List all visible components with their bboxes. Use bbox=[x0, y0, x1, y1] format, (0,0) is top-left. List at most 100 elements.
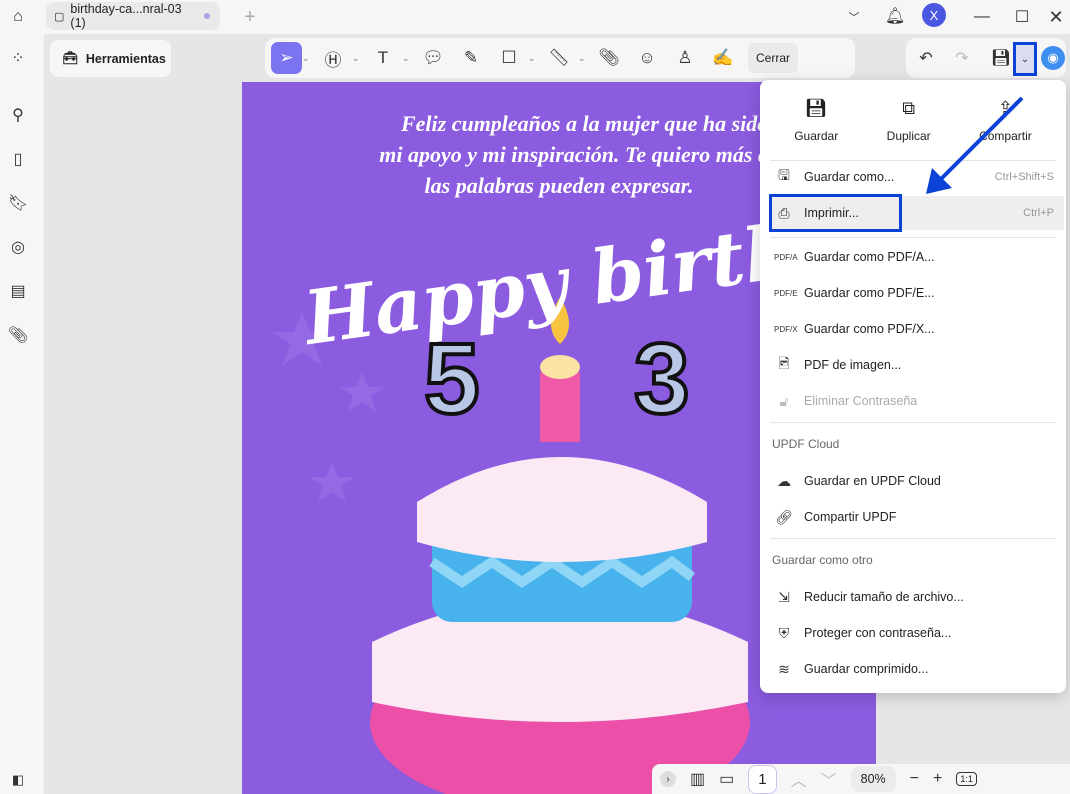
label: Guardar como... bbox=[804, 170, 895, 184]
previous-page-icon[interactable]: ︿ bbox=[791, 767, 807, 791]
label: Compartir UPDF bbox=[804, 510, 897, 524]
chevron-down-icon[interactable]: ⌄ bbox=[302, 53, 314, 64]
unlock-icon: 🔓︎ bbox=[779, 392, 789, 409]
menu-item-pdfa[interactable]: PDF/A Guardar como PDF/A... bbox=[770, 240, 1064, 274]
highlight-tool[interactable]: Ⓗ bbox=[314, 42, 352, 74]
ai-assistant-icon[interactable]: ◉ bbox=[1041, 46, 1065, 70]
tabs-dropdown-icon[interactable]: ﹀ bbox=[842, 5, 866, 29]
text-tool[interactable]: T bbox=[364, 42, 402, 74]
pdfa-icon: PDF/A bbox=[774, 252, 798, 262]
sidebar-toggle-icon[interactable]: ◧ bbox=[6, 770, 30, 790]
image-pdf-icon: 🖻 bbox=[778, 355, 790, 371]
signature-tool[interactable]: ✍ bbox=[704, 42, 742, 74]
expand-icon[interactable]: › bbox=[660, 771, 676, 787]
maximize-button[interactable]: ☐ bbox=[1010, 5, 1034, 29]
save-as-icon: 🖫 bbox=[778, 167, 790, 183]
label: Guardar comprimido... bbox=[804, 662, 929, 676]
label: Reducir tamaño de archivo... bbox=[804, 590, 964, 604]
label: Guardar como PDF/A... bbox=[804, 250, 935, 264]
presentation-icon[interactable]: ▭ bbox=[719, 769, 734, 789]
divider bbox=[770, 422, 1056, 423]
menu-item-share-updf[interactable]: 🔗︎ Compartir UPDF bbox=[770, 500, 1064, 534]
measure-tool[interactable]: 📏︎ bbox=[540, 42, 578, 74]
actual-size-button[interactable]: 1:1 bbox=[956, 772, 977, 786]
chevron-down-icon[interactable]: ⌄ bbox=[352, 53, 364, 64]
link-icon: 🔗︎ bbox=[775, 508, 793, 525]
attachment-icon[interactable]: 📎︎ bbox=[6, 323, 30, 347]
attach-tool[interactable]: 📎︎ bbox=[590, 42, 628, 74]
tools-label: Herramientas bbox=[85, 51, 166, 66]
zoom-level[interactable]: 80% bbox=[850, 766, 896, 792]
minimize-button[interactable]: — bbox=[970, 5, 994, 29]
shape-tool[interactable]: ☐ bbox=[490, 42, 528, 74]
menu-item-image-pdf[interactable]: 🖻 PDF de imagen... bbox=[770, 348, 1064, 382]
avatar[interactable]: X bbox=[922, 3, 946, 27]
stamp-tool[interactable]: ♙ bbox=[666, 42, 704, 74]
duplicate-icon: ⧉ bbox=[902, 98, 916, 118]
pdfe-icon: PDF/E bbox=[774, 288, 798, 298]
apps-icon[interactable]: ⁘ bbox=[6, 46, 30, 70]
label: PDF de imagen... bbox=[804, 358, 902, 372]
save-icon: 💾︎ bbox=[804, 98, 828, 118]
section-header: Guardar como otro bbox=[772, 553, 873, 567]
home-icon[interactable]: ⌂ bbox=[6, 5, 30, 29]
undo-icon[interactable]: ↶ bbox=[915, 47, 937, 69]
page-number-input[interactable]: 1 bbox=[748, 764, 777, 794]
chevron-down-icon[interactable]: ⌄ bbox=[528, 53, 540, 64]
print-highlight-box bbox=[769, 194, 902, 232]
cloud-upload-icon: ☁ bbox=[777, 472, 791, 489]
next-page-icon[interactable]: ﹀ bbox=[821, 767, 837, 791]
menu-item-save-cloud[interactable]: ☁ Guardar en UPDF Cloud bbox=[770, 464, 1064, 498]
search-icon[interactable]: ⚲ bbox=[6, 103, 30, 127]
sticker-tool[interactable]: ☺ bbox=[628, 42, 666, 74]
page-navigation-bar: › ▥ ▭ 1 ︿ ﹀ 80% − + 1:1 bbox=[652, 764, 1070, 794]
pdfx-icon: PDF/X bbox=[774, 324, 798, 334]
save-dropdown-button[interactable]: ⌄ bbox=[1013, 42, 1037, 76]
annotation-arrow bbox=[926, 96, 1024, 194]
tab-title: birthday-ca...nral-03 (1) bbox=[70, 2, 182, 30]
save-icon[interactable]: 💾︎ bbox=[990, 47, 1012, 69]
menu-save-button[interactable]: 💾︎ Guardar bbox=[794, 98, 838, 160]
label: Eliminar Contraseña bbox=[804, 394, 918, 408]
select-tool[interactable]: ➢ bbox=[271, 42, 302, 74]
close-tools-button[interactable]: Cerrar bbox=[748, 43, 799, 73]
label: Guardar bbox=[794, 129, 839, 143]
zoom-in-button[interactable]: + bbox=[933, 770, 942, 788]
layers-icon: ≋ bbox=[778, 660, 790, 677]
comment-icon: ▢ bbox=[54, 10, 65, 23]
bookmark-icon[interactable]: 🔖︎ bbox=[6, 191, 30, 215]
section-header: UPDF Cloud bbox=[772, 437, 840, 451]
menu-item-pdfe[interactable]: PDF/E Guardar como PDF/E... bbox=[770, 276, 1064, 310]
document-tab[interactable]: ▢ birthday-ca...nral-03 (1) bbox=[46, 2, 220, 30]
forms-icon[interactable]: ▤ bbox=[6, 279, 30, 303]
age-digit: 5 bbox=[422, 321, 482, 437]
label: Guardar como PDF/X... bbox=[804, 322, 935, 336]
divider bbox=[770, 538, 1056, 539]
label: Guardar en UPDF Cloud bbox=[804, 474, 941, 488]
toolbox-icon: 🧰︎ bbox=[62, 51, 78, 65]
menu-item-protect-password[interactable]: ⛨ Proteger con contraseña... bbox=[770, 616, 1064, 650]
menu-item-save-compressed[interactable]: ≋ Guardar comprimido... bbox=[770, 652, 1064, 686]
close-window-button[interactable]: ✕ bbox=[1044, 5, 1068, 29]
page-layout-icon[interactable]: ▥ bbox=[690, 769, 705, 789]
zoom-out-button[interactable]: − bbox=[910, 770, 919, 788]
edit-toolbar: ➢ ⌄ Ⓗ ⌄ T ⌄ 💬︎ ✎ ☐ ⌄ 📏︎ ⌄ 📎︎ ☺ ♙ ✍ Cerrar bbox=[265, 38, 855, 78]
pages-icon[interactable]: ▯ bbox=[6, 147, 30, 171]
chevron-down-icon[interactable]: ⌄ bbox=[402, 53, 414, 64]
menu-item-remove-password[interactable]: 🔓︎ Eliminar Contraseña bbox=[770, 384, 1064, 418]
divider bbox=[770, 237, 1056, 238]
bell-icon[interactable]: 🔔︎ bbox=[883, 4, 907, 28]
comment-tool[interactable]: 💬︎ bbox=[414, 42, 452, 74]
chevron-down-icon[interactable]: ⌄ bbox=[578, 53, 590, 64]
new-tab-button[interactable]: + bbox=[238, 5, 262, 29]
tools-button[interactable]: 🧰︎ Herramientas bbox=[50, 40, 171, 77]
age-digit: 3 bbox=[632, 321, 692, 437]
menu-item-pdfx[interactable]: PDF/X Guardar como PDF/X... bbox=[770, 312, 1064, 346]
menu-item-reduce-size[interactable]: ⇲ Reducir tamaño de archivo... bbox=[770, 580, 1064, 614]
redo-icon[interactable]: ↷ bbox=[951, 47, 973, 69]
pencil-tool[interactable]: ✎ bbox=[452, 42, 490, 74]
compress-icon: ⇲ bbox=[778, 588, 790, 605]
unsaved-dot bbox=[204, 13, 210, 19]
label: Guardar como PDF/E... bbox=[804, 286, 935, 300]
comments-icon[interactable]: ◎ bbox=[6, 235, 30, 259]
